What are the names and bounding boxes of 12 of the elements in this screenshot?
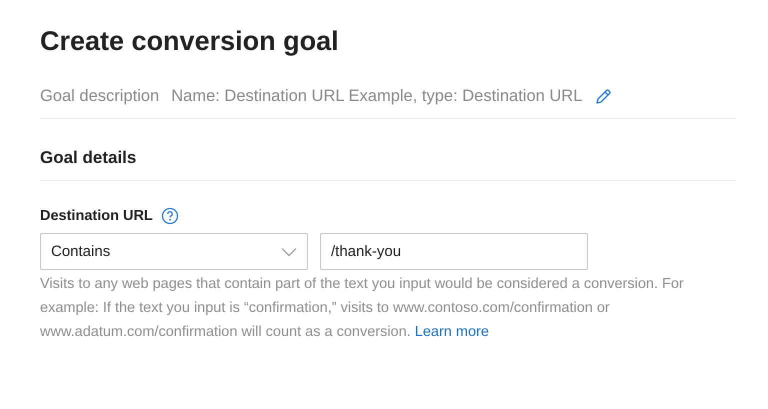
goal-description-value: Name: Destination URL Example, type: Destination URL — [171, 87, 582, 106]
page-title: Create conversion goal — [40, 26, 339, 57]
chevron-down-icon — [281, 246, 297, 256]
match-dropdown[interactable]: Contains — [40, 233, 308, 270]
help-text: Visits to any web pages that contain part of the text you input would be considered a conversion. For example: If the text you input is “confirmation,” visits to www.contoso.com/confirmation or www.adatum.com/confirmation will count as a conversion. Learn more — [40, 275, 685, 342]
learn-more-link[interactable]: Learn more — [414, 324, 489, 340]
goal-description-label: Goal description — [40, 87, 160, 106]
field-label: Destination URL — [40, 208, 153, 224]
section-title: Goal details — [40, 119, 736, 181]
url-input-field[interactable]: /thank-you — [320, 233, 588, 270]
help-icon[interactable] — [160, 207, 179, 225]
edit-icon[interactable] — [594, 88, 612, 106]
